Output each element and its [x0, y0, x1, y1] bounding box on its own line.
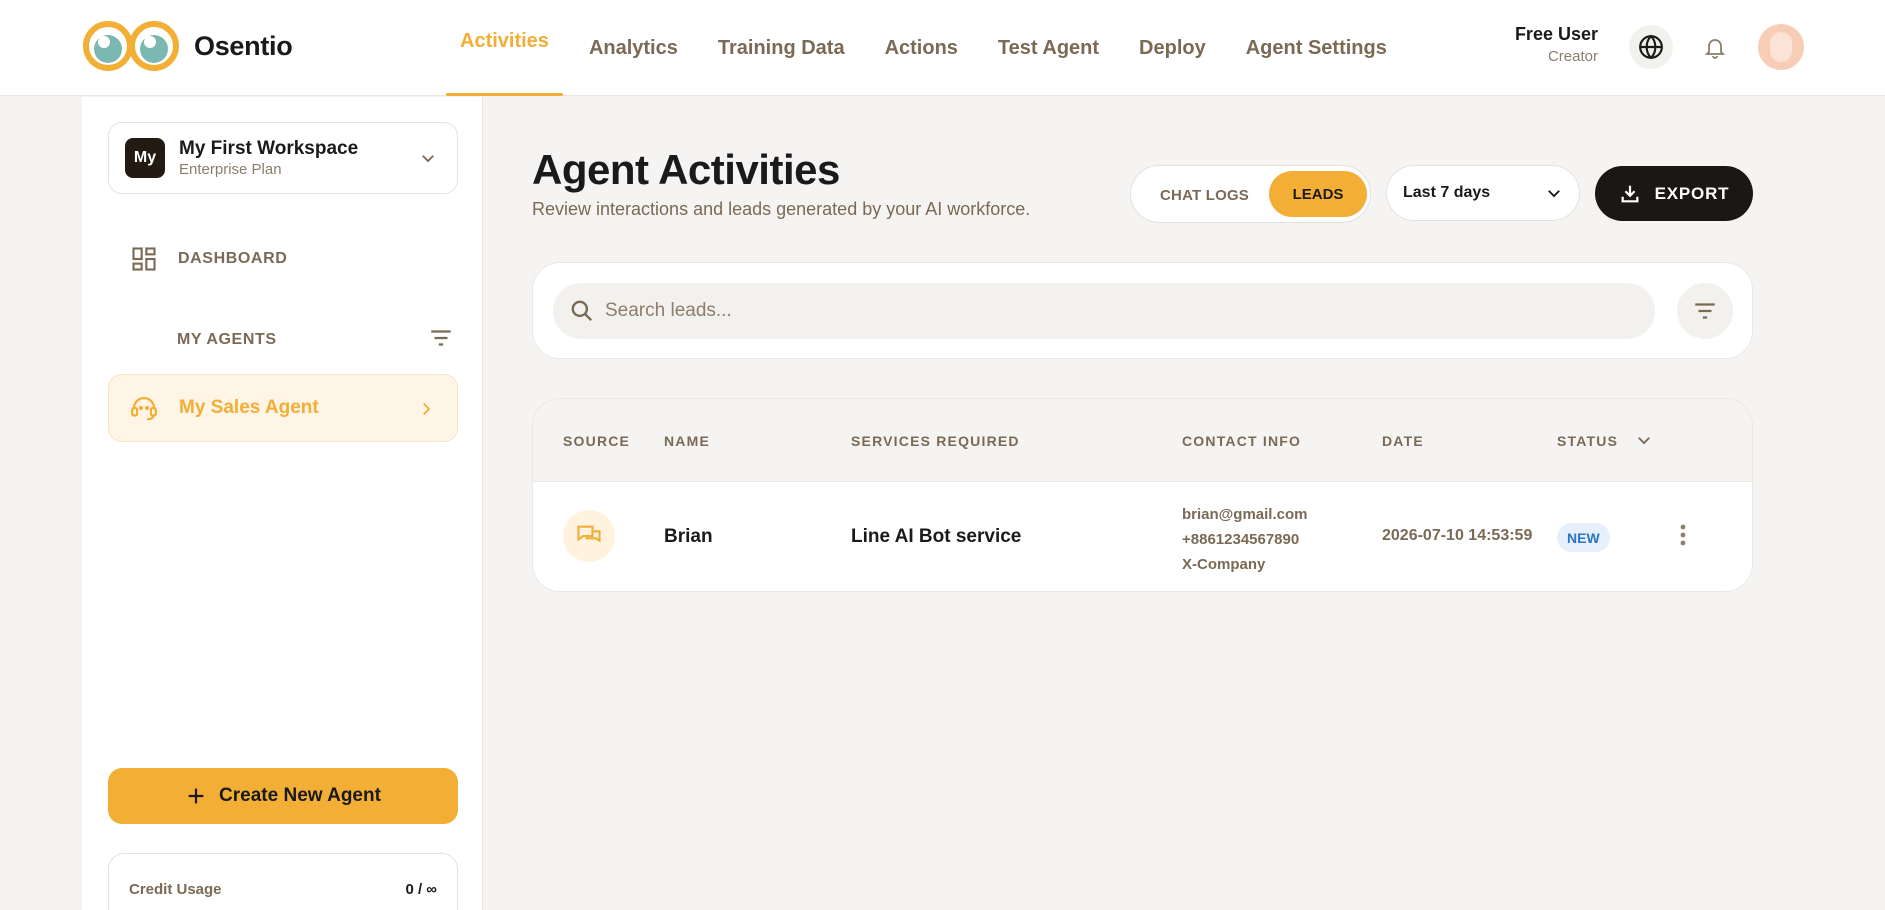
more-vertical-icon — [1680, 524, 1686, 546]
workspace-plan: Enterprise Plan — [179, 161, 282, 178]
leads-table: SOURCE NAME SERVICES REQUIRED CONTACT IN… — [532, 398, 1753, 592]
search-input[interactable] — [605, 300, 1605, 322]
source-badge — [563, 510, 615, 562]
view-toggle: CHAT LOGS LEADS — [1130, 165, 1371, 223]
nav-activities[interactable]: Activities — [440, 0, 569, 96]
column-header-date: DATE — [1382, 433, 1424, 449]
contact-phone: +8861234567890 — [1182, 531, 1300, 548]
status-badge: NEW — [1557, 523, 1610, 552]
column-header-contact: CONTACT INFO — [1182, 433, 1302, 449]
lead-service: Line AI Bot service — [851, 526, 1022, 547]
user-name: Free User — [1514, 24, 1598, 44]
export-button[interactable]: EXPORT — [1595, 166, 1753, 221]
sidebar: My My First Workspace Enterprise Plan DA… — [82, 97, 483, 910]
table-header: SOURCE NAME SERVICES REQUIRED CONTACT IN… — [533, 399, 1752, 482]
nav-actions[interactable]: Actions — [865, 0, 978, 96]
nav-agent-settings[interactable]: Agent Settings — [1226, 0, 1407, 96]
workspace-selector[interactable]: My My First Workspace Enterprise Plan — [108, 122, 458, 194]
notifications-button[interactable] — [1693, 25, 1737, 69]
column-header-status: STATUS — [1557, 433, 1619, 449]
nav-analytics-label: Analytics — [588, 36, 678, 59]
page-title: Agent Activities — [532, 146, 840, 193]
logo-icon — [83, 21, 179, 71]
date-range-value: Last 7 days — [1403, 184, 1491, 201]
nav-activities-label: Activities — [460, 29, 549, 52]
avatar-shape — [1770, 32, 1792, 62]
date-range-select[interactable]: Last 7 days — [1386, 165, 1580, 221]
chevron-down-icon — [422, 155, 434, 163]
my-agents-heading: MY AGENTS — [177, 331, 277, 348]
plus-icon — [188, 788, 204, 804]
user-info: Free User Creator — [1480, 24, 1598, 65]
globe-icon — [1639, 34, 1663, 60]
credit-usage-card: Credit Usage 0 / ∞ — [108, 853, 458, 910]
nav-test-agent[interactable]: Test Agent — [978, 0, 1119, 96]
chevron-down-icon — [1638, 437, 1650, 445]
sidebar-item-my-sales-agent[interactable]: My Sales Agent — [108, 374, 458, 442]
tab-chat-logs[interactable]: CHAT LOGS — [1148, 178, 1261, 212]
search-card — [532, 262, 1753, 359]
row-actions-button[interactable] — [1673, 520, 1693, 550]
workspace-text: My First Workspace Enterprise Plan — [179, 138, 358, 178]
column-header-name: NAME — [664, 433, 711, 449]
table-row[interactable]: Brian Line AI Bot service brian@gmail.co… — [533, 482, 1752, 591]
lead-contact: brian@gmail.com +8861234567890 X-Company — [1182, 502, 1308, 577]
nav-deploy-label: Deploy — [1139, 36, 1206, 59]
main-nav: Activities Analytics Training Data Actio… — [440, 0, 1407, 96]
avatar[interactable] — [1758, 24, 1804, 70]
support-agent-icon — [131, 396, 157, 421]
bell-icon — [1704, 39, 1726, 59]
nav-training-data[interactable]: Training Data — [698, 0, 865, 96]
chat-icon — [577, 525, 601, 543]
search-box — [553, 283, 1655, 339]
create-new-agent-label: Create New Agent — [219, 785, 381, 806]
agent-name: My Sales Agent — [179, 397, 319, 418]
contact-email: brian@gmail.com — [1182, 506, 1308, 523]
download-icon — [1621, 185, 1639, 202]
filter-icon[interactable] — [428, 325, 454, 351]
column-header-services: SERVICES REQUIRED — [851, 433, 1020, 449]
tab-leads[interactable]: LEADS — [1269, 171, 1367, 217]
nav-actions-label: Actions — [884, 36, 958, 59]
credit-usage-label: Credit Usage — [129, 881, 222, 898]
dashboard-icon — [132, 247, 156, 271]
lead-name: Brian — [664, 526, 713, 547]
nav-deploy[interactable]: Deploy — [1119, 0, 1226, 96]
nav-test-agent-label: Test Agent — [997, 36, 1100, 59]
lead-date: 2026-07-10 14:53:59 — [1382, 527, 1533, 544]
chevron-right-icon — [423, 403, 431, 415]
export-label: EXPORT — [1654, 183, 1730, 203]
credit-usage-value: 0 / ∞ — [405, 881, 437, 898]
nav-analytics[interactable]: Analytics — [569, 0, 698, 96]
sidebar-item-dashboard-label: DASHBOARD — [178, 250, 288, 267]
app-name: Osentio — [194, 30, 293, 61]
nav-training-data-label: Training Data — [717, 36, 845, 59]
workspace-badge: My — [125, 138, 165, 178]
contact-company: X-Company — [1182, 556, 1266, 573]
language-button[interactable] — [1629, 25, 1673, 69]
chevron-down-icon — [1548, 190, 1560, 198]
search-icon — [571, 300, 593, 322]
logo[interactable]: Osentio — [82, 20, 293, 72]
page-subtitle: Review interactions and leads generated … — [532, 199, 1031, 219]
top-header: Osentio Activities Analytics Training Da… — [0, 0, 1885, 96]
workspace-name: My First Workspace — [179, 138, 359, 159]
filter-icon — [1695, 303, 1715, 319]
user-role: Creator — [1547, 48, 1598, 65]
create-new-agent-button[interactable]: Create New Agent — [108, 768, 458, 824]
column-header-source: SOURCE — [563, 433, 631, 449]
filter-button[interactable] — [1677, 283, 1733, 339]
sidebar-item-dashboard[interactable]: DASHBOARD — [130, 245, 287, 273]
nav-agent-settings-label: Agent Settings — [1245, 36, 1387, 59]
